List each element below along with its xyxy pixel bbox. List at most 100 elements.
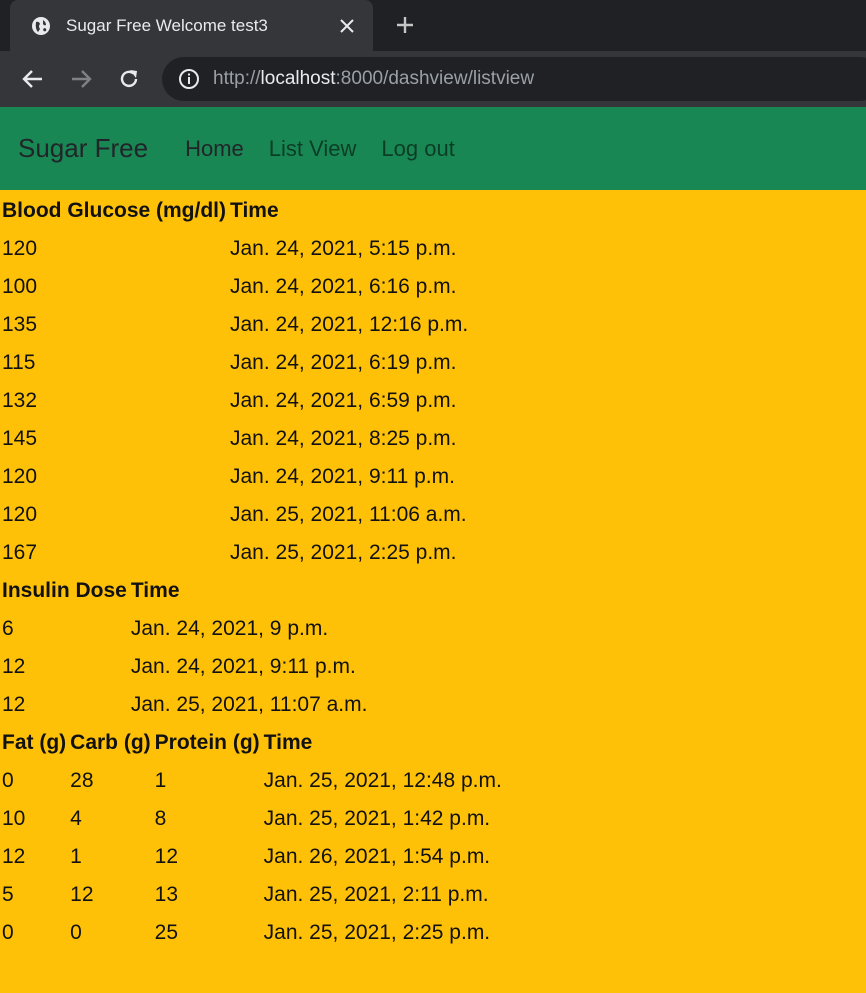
info-icon[interactable] <box>178 68 200 90</box>
table-cell: Jan. 24, 2021, 9:11 p.m. <box>130 655 356 678</box>
table-row: 0 0 25 Jan. 25, 2021, 2:25 p.m. <box>2 914 506 952</box>
column-header: Blood Glucose (mg/dl) <box>2 199 226 222</box>
table-header-row: Insulin Dose Time <box>2 572 371 610</box>
table-row: 120 Jan. 24, 2021, 5:15 p.m. <box>2 230 472 268</box>
table-cell: 4 <box>70 807 82 830</box>
browser-toolbar: http://localhost:8000/dashview/listview <box>0 51 866 107</box>
table-cell: Jan. 24, 2021, 6:19 p.m. <box>230 351 457 374</box>
globe-icon <box>30 15 52 37</box>
table-cell: 120 <box>2 503 38 526</box>
main-content: Blood Glucose (mg/dl) Time 120 Jan. 24, 2… <box>0 190 866 952</box>
column-header: Insulin Dose <box>2 579 127 602</box>
table-row: 120 Jan. 24, 2021, 9:11 p.m. <box>2 458 472 496</box>
column-header: Fat (g) <box>2 731 67 754</box>
table-cell: Jan. 24, 2021, 8:25 p.m. <box>230 427 457 450</box>
table-cell: Jan. 24, 2021, 5:15 p.m. <box>230 237 457 260</box>
table-cell: Jan. 24, 2021, 12:16 p.m. <box>230 313 469 336</box>
glucose-table: Blood Glucose (mg/dl) Time 120 Jan. 24, 2… <box>2 192 472 572</box>
table-cell: Jan. 26, 2021, 1:54 p.m. <box>263 845 491 868</box>
tab-close-icon[interactable] <box>335 14 359 38</box>
address-bar[interactable]: http://localhost:8000/dashview/listview <box>162 57 866 101</box>
table-cell: 12 <box>2 693 26 716</box>
table-cell: Jan. 25, 2021, 11:07 a.m. <box>130 693 368 716</box>
table-cell: 8 <box>154 807 167 830</box>
forward-arrow-icon[interactable] <box>67 65 95 93</box>
table-header-row: Fat (g) Carb (g) Protein (g) Time <box>2 724 506 762</box>
nav-link-home[interactable]: Home <box>185 136 244 162</box>
table-cell: Jan. 24, 2021, 9:11 p.m. <box>230 465 455 488</box>
table-row: 115 Jan. 24, 2021, 6:19 p.m. <box>2 344 472 382</box>
new-tab-icon[interactable] <box>392 12 418 38</box>
table-cell: Jan. 24, 2021, 6:59 p.m. <box>230 389 457 412</box>
table-cell: Jan. 25, 2021, 2:25 p.m. <box>263 921 491 944</box>
table-cell: 0 <box>70 921 82 944</box>
table-cell: 13 <box>154 883 179 906</box>
table-cell: 12 <box>2 845 26 868</box>
table-cell: Jan. 25, 2021, 2:25 p.m. <box>230 541 457 564</box>
reload-icon[interactable] <box>115 65 143 93</box>
table-cell: 167 <box>2 541 38 564</box>
url-path: :8000/dashview/listview <box>335 68 535 89</box>
table-cell: Jan. 24, 2021, 6:16 p.m. <box>230 275 457 298</box>
table-cell: 1 <box>70 845 82 868</box>
table-cell: Jan. 25, 2021, 12:48 p.m. <box>263 769 502 792</box>
table-cell: 0 <box>2 921 14 944</box>
back-arrow-icon[interactable] <box>19 65 47 93</box>
table-row: 12 Jan. 25, 2021, 11:07 a.m. <box>2 686 371 724</box>
navbar-brand[interactable]: Sugar Free <box>18 133 148 164</box>
column-header: Time <box>263 731 313 754</box>
table-header-row: Blood Glucose (mg/dl) Time <box>2 192 472 230</box>
table-row: 12 1 12 Jan. 26, 2021, 1:54 p.m. <box>2 838 506 876</box>
food-table-body: 0 28 1 Jan. 25, 2021, 12:48 p.m. 10 4 8 Jan. 25… <box>2 762 506 952</box>
column-header: Time <box>130 579 180 602</box>
nav-link-list-view[interactable]: List View <box>269 136 357 162</box>
tab-title: Sugar Free Welcome test3 <box>66 15 268 35</box>
nav-link-log-out[interactable]: Log out <box>381 136 454 162</box>
food-table: Fat (g) Carb (g) Protein (g) Time 0 28 1 Ja… <box>2 724 506 952</box>
table-cell: 25 <box>154 921 179 944</box>
browser-tab[interactable]: Sugar Free Welcome test3 <box>10 0 373 51</box>
table-cell: 28 <box>70 769 94 792</box>
table-cell: 135 <box>2 313 38 336</box>
table-cell: 132 <box>2 389 38 412</box>
column-header: Time <box>230 199 279 222</box>
column-header: Carb (g) <box>70 731 151 754</box>
table-cell: 12 <box>70 883 94 906</box>
table-row: 167 Jan. 25, 2021, 2:25 p.m. <box>2 534 472 572</box>
table-cell: 0 <box>2 769 14 792</box>
insulin-table-body: 6 Jan. 24, 2021, 9 p.m. 12 Jan. 24, 2021, 9… <box>2 610 371 724</box>
table-cell: 120 <box>2 465 38 488</box>
url-host: localhost <box>260 68 336 89</box>
url-scheme: http:// <box>213 68 261 89</box>
table-row: 145 Jan. 24, 2021, 8:25 p.m. <box>2 420 472 458</box>
table-row: 12 Jan. 24, 2021, 9:11 p.m. <box>2 648 371 686</box>
table-cell: Jan. 25, 2021, 2:11 p.m. <box>263 883 489 906</box>
table-cell: Jan. 25, 2021, 1:42 p.m. <box>263 807 491 830</box>
table-cell: 5 <box>2 883 14 906</box>
table-row: 0 28 1 Jan. 25, 2021, 12:48 p.m. <box>2 762 506 800</box>
table-cell: 120 <box>2 237 38 260</box>
table-row: 120 Jan. 25, 2021, 11:06 a.m. <box>2 496 472 534</box>
table-cell: 6 <box>2 617 14 640</box>
table-cell: Jan. 25, 2021, 11:06 a.m. <box>230 503 467 526</box>
table-cell: 12 <box>154 845 179 868</box>
table-cell: 100 <box>2 275 38 298</box>
table-cell: 12 <box>2 655 26 678</box>
table-cell: Jan. 24, 2021, 9 p.m. <box>130 617 329 640</box>
url-text: http://localhost:8000/dashview/listview <box>213 68 534 90</box>
table-row: 5 12 13 Jan. 25, 2021, 2:11 p.m. <box>2 876 506 914</box>
table-row: 135 Jan. 24, 2021, 12:16 p.m. <box>2 306 472 344</box>
table-row: 100 Jan. 24, 2021, 6:16 p.m. <box>2 268 472 306</box>
table-cell: 1 <box>154 769 167 792</box>
site-navbar: Sugar Free Home List View Log out <box>0 107 866 190</box>
glucose-table-body: 120 Jan. 24, 2021, 5:15 p.m. 100 Jan. 24, 2… <box>2 230 472 572</box>
browser-tab-strip: Sugar Free Welcome test3 <box>0 0 866 51</box>
table-row: 6 Jan. 24, 2021, 9 p.m. <box>2 610 371 648</box>
column-header: Protein (g) <box>154 731 260 754</box>
table-row: 132 Jan. 24, 2021, 6:59 p.m. <box>2 382 472 420</box>
table-cell: 145 <box>2 427 38 450</box>
table-cell: 10 <box>2 807 26 830</box>
insulin-table: Insulin Dose Time 6 Jan. 24, 2021, 9 p.m.… <box>2 572 371 724</box>
table-cell: 115 <box>2 351 36 374</box>
table-row: 10 4 8 Jan. 25, 2021, 1:42 p.m. <box>2 800 506 838</box>
